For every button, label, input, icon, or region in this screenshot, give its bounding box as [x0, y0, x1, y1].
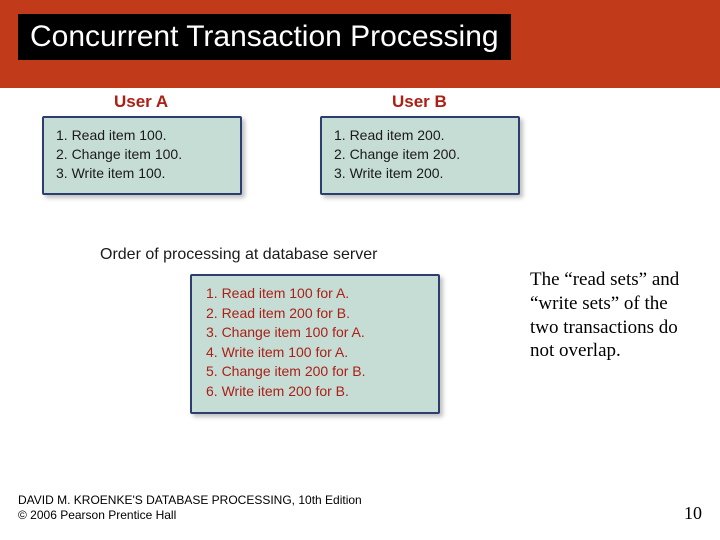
- user-a-step-3: 3. Write item 100.: [56, 164, 228, 183]
- user-b-step-3: 3. Write item 200.: [334, 164, 506, 183]
- content-area: User A 1. Read item 100. 2. Change item …: [0, 88, 720, 488]
- user-b-box: User B 1. Read item 200. 2. Change item …: [320, 116, 520, 195]
- server-caption: Order of processing at database server: [60, 246, 490, 264]
- server-section: Order of processing at database server 1…: [60, 246, 490, 414]
- server-step-1: 1. Read item 100 for A.: [206, 284, 424, 304]
- footer-line-1: DAVID M. KROENKE'S DATABASE PROCESSING, …: [18, 493, 362, 509]
- user-a-label: User A: [114, 92, 168, 112]
- page-number: 10: [684, 503, 702, 524]
- server-step-3: 3. Change item 100 for A.: [206, 323, 424, 343]
- footer: DAVID M. KROENKE'S DATABASE PROCESSING, …: [18, 493, 702, 524]
- title-bar: Concurrent Transaction Processing: [0, 0, 720, 88]
- user-b-step-2: 2. Change item 200.: [334, 145, 506, 164]
- user-a-step-2: 2. Change item 100.: [56, 145, 228, 164]
- server-step-4: 4. Write item 100 for A.: [206, 343, 424, 363]
- server-step-2: 2. Read item 200 for B.: [206, 304, 424, 324]
- user-b-step-1: 1. Read item 200.: [334, 126, 506, 145]
- server-step-5: 5. Change item 200 for B.: [206, 362, 424, 382]
- user-a-step-1: 1. Read item 100.: [56, 126, 228, 145]
- slide-title: Concurrent Transaction Processing: [30, 20, 499, 54]
- title-inner: Concurrent Transaction Processing: [18, 14, 511, 60]
- server-box: 1. Read item 100 for A. 2. Read item 200…: [190, 274, 440, 414]
- footer-credits: DAVID M. KROENKE'S DATABASE PROCESSING, …: [18, 493, 362, 524]
- annotation-text: The “read sets” and “write sets” of the …: [530, 268, 700, 363]
- server-step-6: 6. Write item 200 for B.: [206, 382, 424, 402]
- user-a-box: User A 1. Read item 100. 2. Change item …: [42, 116, 242, 195]
- footer-line-2: © 2006 Pearson Prentice Hall: [18, 508, 362, 524]
- user-b-label: User B: [392, 92, 447, 112]
